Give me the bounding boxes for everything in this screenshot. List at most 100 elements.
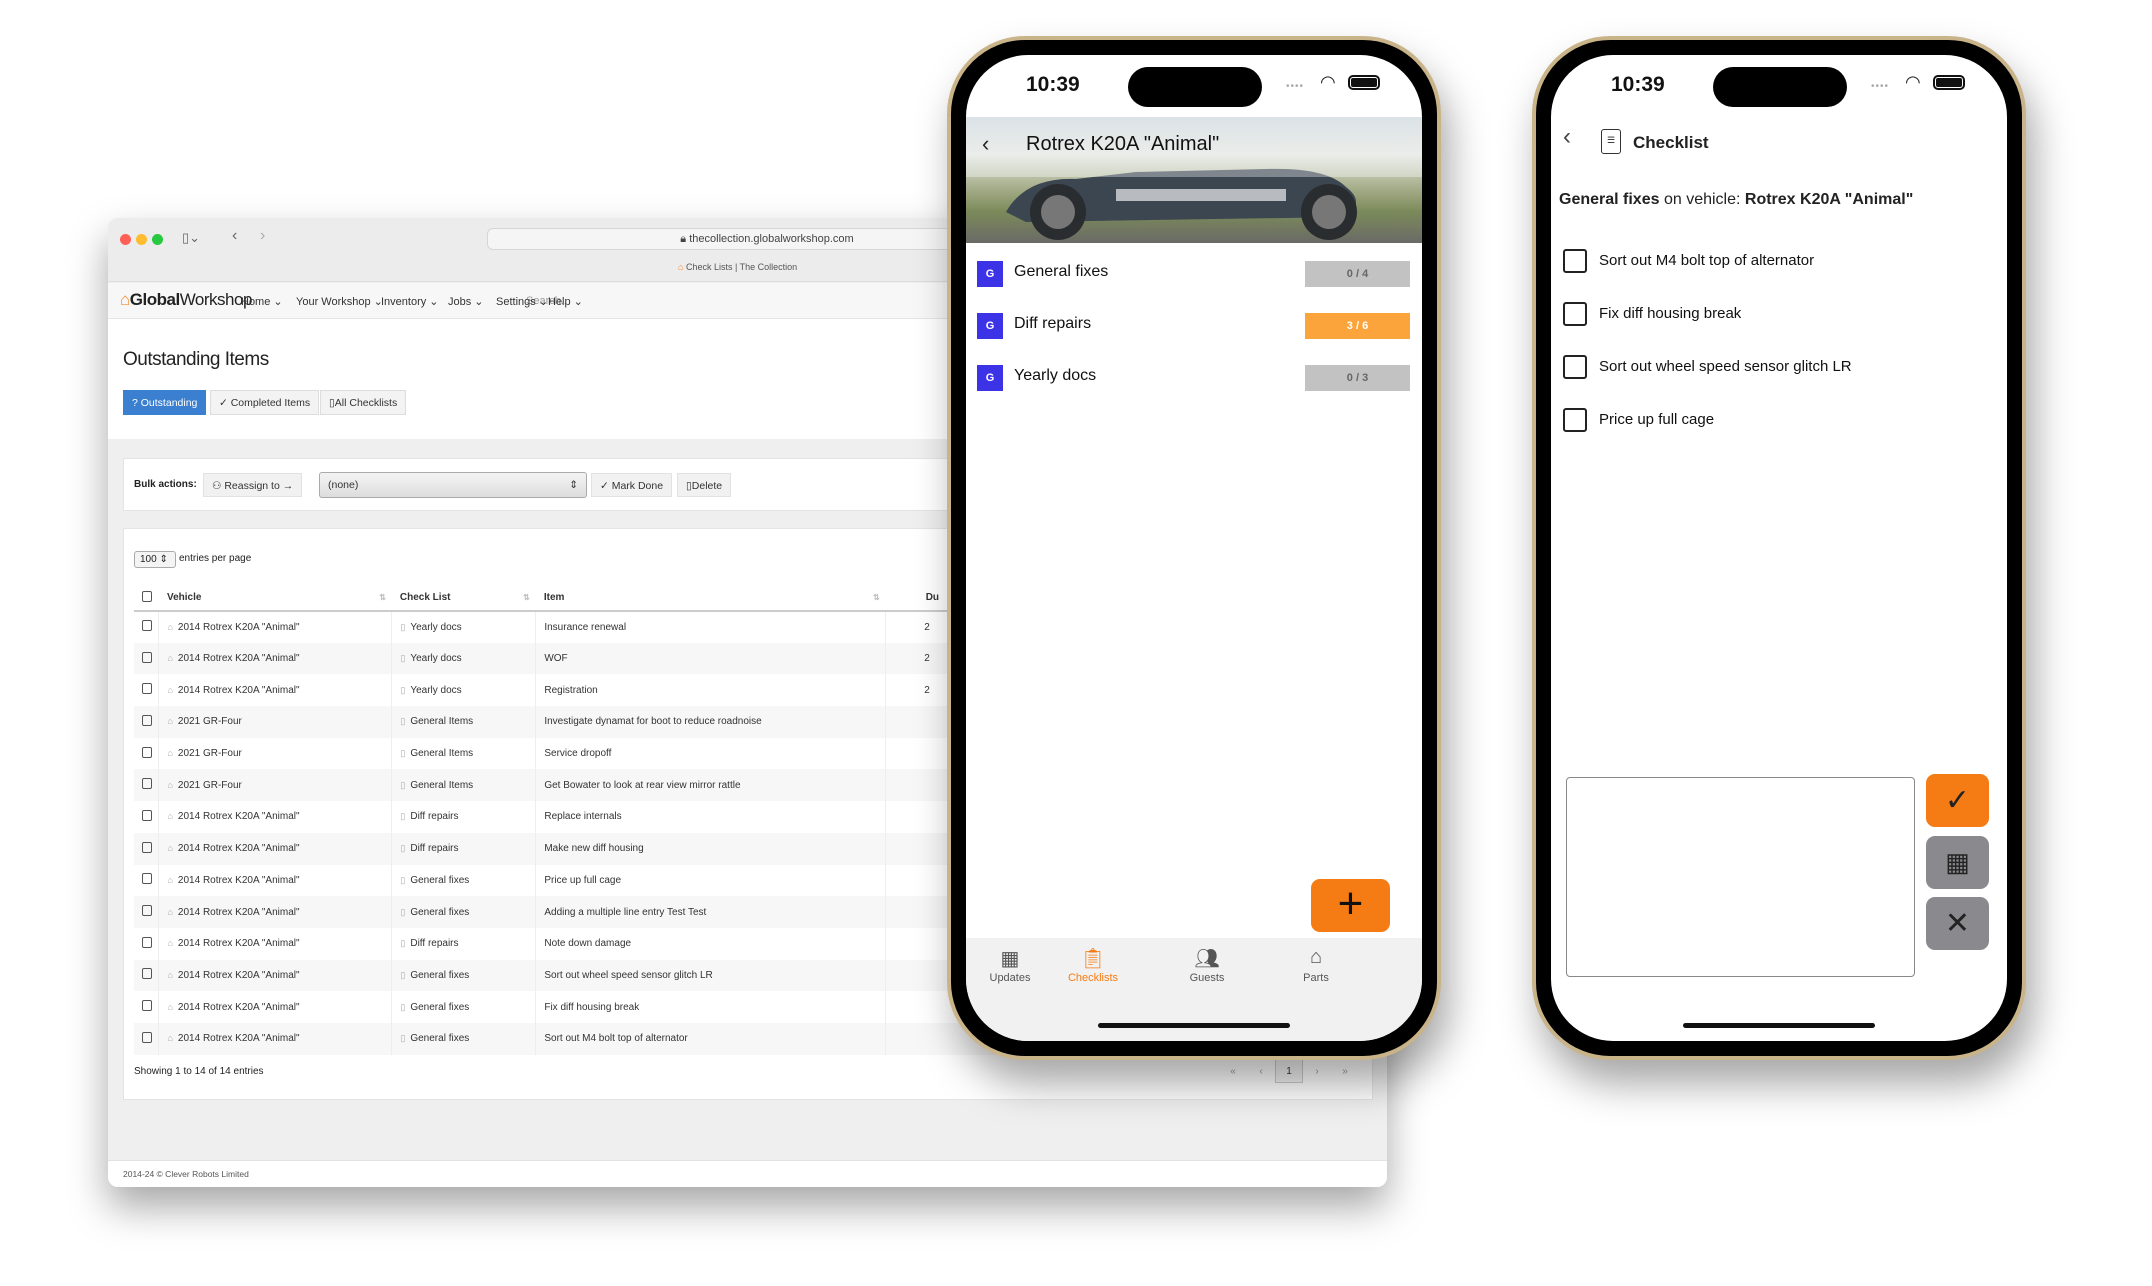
item-checkbox[interactable] [1563,408,1587,432]
checklist-row[interactable]: G General fixes 0 / 4 [966,253,1422,293]
row-checkbox[interactable] [142,620,152,632]
item-checkbox[interactable] [1563,355,1587,379]
entries-per-page-select[interactable]: 100 ⇕ [134,551,176,568]
select-all-checkbox[interactable] [142,590,152,602]
nav-item[interactable]: Your Workshop ⌄ [296,295,383,308]
forward-icon[interactable]: › [260,227,265,245]
page-button[interactable]: ‹ [1247,1060,1275,1084]
row-checkbox[interactable] [142,683,152,695]
checklist-cell[interactable]: ▯ General fixes [391,991,537,1023]
checklist-cell[interactable]: ▯ General fixes [391,864,537,897]
row-checkbox[interactable] [142,905,152,917]
row-checkbox[interactable] [142,714,152,726]
note-textarea[interactable] [1566,777,1915,977]
checklist-row[interactable]: G Yearly docs 0 / 3 [966,357,1422,397]
checklist-cell[interactable]: ▯ General Items [391,769,537,802]
row-checkbox[interactable] [142,651,152,663]
logo[interactable]: ⌂GlobalWorkshop [120,290,252,310]
row-checkbox[interactable] [142,968,152,980]
vehicle-cell[interactable]: ⌂ 2014 Rotrex K20A "Animal" [158,959,393,992]
page-button[interactable]: « [1219,1060,1247,1084]
sidebar-toggle-icon[interactable]: ▯⌄ [182,230,200,246]
row-checkbox[interactable] [142,841,152,853]
nav-item[interactable]: Home ⌄ [241,295,283,308]
minimize-window-button[interactable] [136,234,147,245]
checklist-cell[interactable]: ▯ Yearly docs [391,611,537,643]
mark-done-button[interactable]: ✓ Mark Done [591,473,673,497]
checklist-subtitle: General fixes on vehicle: Rotrex K20A "A… [1559,191,1913,209]
showing-entries: Showing 1 to 14 of 14 entries [134,1066,264,1077]
vehicle-cell[interactable]: ⌂ 2014 Rotrex K20A "Animal" [158,801,393,833]
checklist-cell[interactable]: ▯ General fixes [391,896,537,928]
checklist-cell[interactable]: ▯ General Items [391,706,537,738]
row-checkbox[interactable] [142,873,152,885]
back-icon[interactable]: ‹ [232,227,237,245]
back-icon[interactable]: ‹ [1563,123,1571,151]
add-checklist-button[interactable]: + [1311,879,1390,932]
delete-button[interactable]: ▯Delete [677,473,732,497]
tab-all-checklists[interactable]: ▯All Checklists [320,390,407,415]
vehicle-cell[interactable]: ⌂ 2014 Rotrex K20A "Animal" [158,1022,393,1055]
item-cell: Sort out wheel speed sensor glitch LR [535,959,887,992]
vehicle-cell[interactable]: ⌂ 2014 Rotrex K20A "Animal" [158,927,393,960]
confirm-button[interactable]: ✓ [1926,774,1989,827]
tab-title: Check Lists | The Collection [685,262,798,272]
row-checkbox[interactable] [142,936,152,948]
item-cell: Fix diff housing break [535,991,887,1023]
vehicle-cell[interactable]: ⌂ 2021 GR-Four [158,737,393,770]
cancel-button[interactable]: ✕ [1926,897,1989,950]
reassign-select[interactable]: (none) ⇕ [319,472,587,498]
nav-item[interactable]: Settings ⌄ [496,295,548,308]
checklist-name: Yearly docs [410,684,462,696]
checklist-cell[interactable]: ▯ Diff repairs [391,832,537,865]
car-icon: ⌂ [167,874,173,885]
vehicle-cell[interactable]: ⌂ 2014 Rotrex K20A "Animal" [158,896,393,928]
tab-updates[interactable]: ▦ Updates [966,946,1055,984]
column-header-item[interactable]: Item ⇅ [535,585,886,612]
maximize-window-button[interactable] [152,234,163,245]
checklist-cell[interactable]: ▯ Yearly docs [391,642,537,675]
browser-tab[interactable]: ⌂ Check Lists | The Collection [678,262,797,272]
reassign-button[interactable]: ⚇ Reassign to → [203,473,303,497]
page-button[interactable]: » [1331,1060,1359,1084]
row-checkbox[interactable] [142,746,152,758]
checklist-cell[interactable]: ▯ Yearly docs [391,674,537,707]
page-button[interactable]: › [1303,1060,1331,1084]
checklist-cell[interactable]: ▯ General Items [391,737,537,770]
row-checkbox[interactable] [142,1031,152,1043]
vehicle-cell[interactable]: ⌂ 2014 Rotrex K20A "Animal" [158,864,393,897]
vehicle-cell[interactable]: ⌂ 2014 Rotrex K20A "Animal" [158,611,393,643]
row-checkbox[interactable] [142,809,152,821]
checklist-cell[interactable]: ▯ Diff repairs [391,801,537,833]
checklist-row[interactable]: G Diff repairs 3 / 6 [966,305,1422,345]
nav-item[interactable]: Help ⌄ [548,295,583,308]
tab-parts[interactable]: ⌂ Parts [1271,946,1361,984]
nav-item[interactable]: Jobs ⌄ [448,295,484,308]
checklist-cell[interactable]: ▯ Diff repairs [391,927,537,960]
vehicle-cell[interactable]: ⌂ 2014 Rotrex K20A "Animal" [158,642,393,675]
vehicle-cell[interactable]: ⌂ 2021 GR-Four [158,769,393,802]
vehicle-cell[interactable]: ⌂ 2014 Rotrex K20A "Animal" [158,674,393,707]
checklist-cell[interactable]: ▯ General fixes [391,959,537,992]
tab-guests[interactable]: 👥︎ Guests [1162,946,1252,984]
column-header-vehicle[interactable]: Vehicle ⇅ [158,585,392,612]
tab-checklists[interactable]: 📋︎ Checklists [1048,946,1138,984]
vehicle-cell[interactable]: ⌂ 2014 Rotrex K20A "Animal" [158,832,393,865]
checkmark-icon: ✓ [1944,784,1971,817]
item-cell: Service dropoff [535,737,887,770]
column-header-check-list[interactable]: Check List ⇅ [391,585,536,612]
row-checkbox[interactable] [142,1000,152,1012]
vehicle-cell[interactable]: ⌂ 2021 GR-Four [158,706,393,738]
vehicle-cell[interactable]: ⌂ 2014 Rotrex K20A "Animal" [158,991,393,1023]
item-checkbox[interactable] [1563,249,1587,273]
date-button[interactable]: ▦ [1926,836,1989,889]
tab-completed-items[interactable]: ✓ Completed Items [210,390,320,415]
page-button[interactable]: 1 [1275,1059,1303,1083]
item-checkbox[interactable] [1563,302,1587,326]
tab-outstanding[interactable]: ? Outstanding [123,390,207,415]
close-window-button[interactable] [120,234,131,245]
nav-item[interactable]: Inventory ⌄ [381,295,439,308]
checklist-cell[interactable]: ▯ General fixes [391,1022,537,1055]
row-checkbox[interactable] [142,778,152,790]
back-icon[interactable]: ‹ [982,131,989,157]
